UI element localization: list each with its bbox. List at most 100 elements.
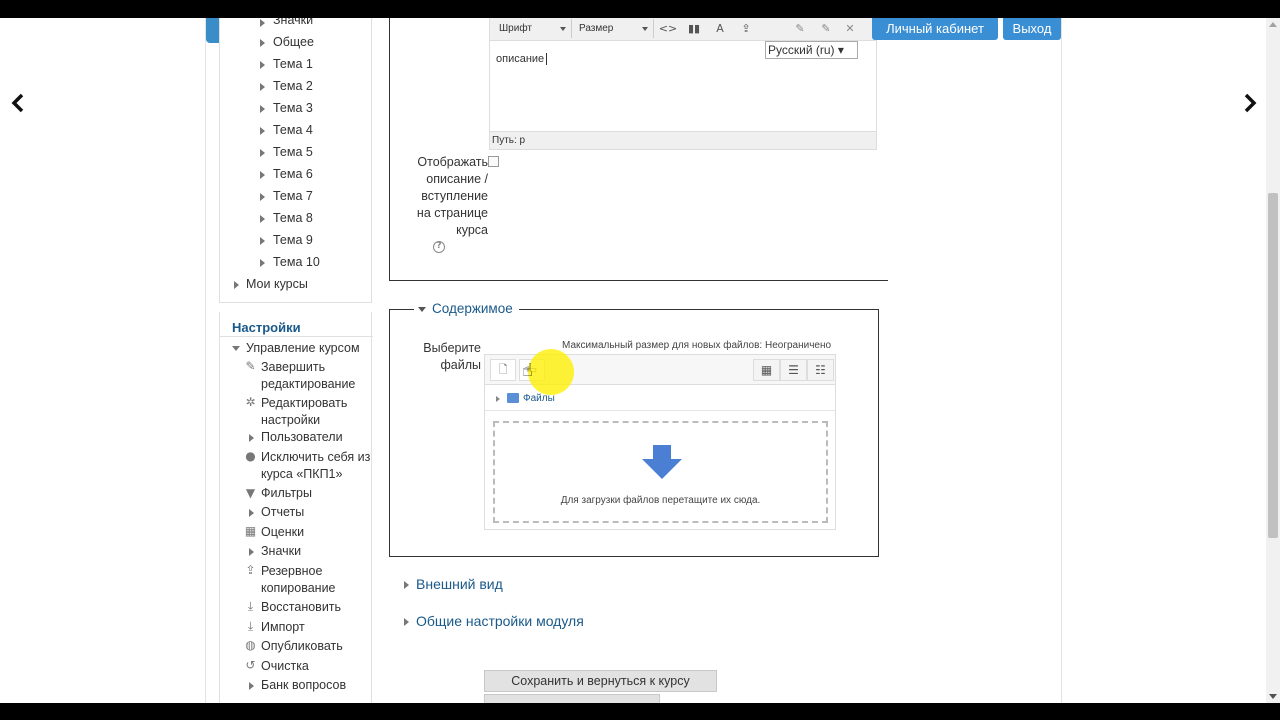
settings-item-backup[interactable]: Резервное копирование [261,563,371,597]
font-select[interactable]: Шрифт [494,19,572,38]
expand-icon[interactable] [260,61,265,69]
expand-icon[interactable] [249,434,254,442]
add-file-button[interactable]: 🗋 [490,359,516,381]
folder-icon [507,393,519,403]
expand-icon[interactable] [260,127,265,135]
language-select[interactable]: Русский (ru) ▾ [765,41,858,59]
code-view-icon[interactable]: <> [658,20,678,38]
expand-icon[interactable] [249,548,254,556]
save-and-return-button[interactable]: Сохранить и вернуться к курсу [484,670,717,692]
nav-item-topic-3[interactable]: Тема 3 [273,101,313,115]
nav-item-topic-7[interactable]: Тема 7 [273,189,313,203]
filter-icon: ▼ [245,486,256,500]
settings-block: Настройки Управление курсом ✎ Завершить … [219,312,373,703]
navigation-block: Значки Общее Тема 1 Тема 2 Тема 3 Тема 4… [219,18,372,303]
settings-item-users[interactable]: Пользователи [261,429,371,446]
drop-hint: Для загрузки файлов перетащите их сюда. [560,495,761,506]
settings-divider [220,336,373,337]
expand-icon[interactable] [234,281,239,289]
restore-icon: ⤓ [247,599,254,613]
scroll-down-icon[interactable] [1269,694,1277,699]
description-editor[interactable]: Шрифт Размер <> ▮▮ A ⇪ ✎ ✎ ✕ описание Пу… [489,18,877,150]
expand-icon[interactable] [260,149,265,157]
nav-item-topic-8[interactable]: Тема 8 [273,211,313,225]
settings-item-grades[interactable]: Оценки [261,524,371,541]
scroll-up-icon[interactable] [1269,22,1277,27]
expand-icon[interactable] [260,105,265,113]
collapse-icon[interactable] [232,346,240,351]
expand-icon[interactable] [260,171,265,179]
nav-item-topic-4[interactable]: Тема 4 [273,123,313,137]
display-description-label: Отображать описание / вступление на стра… [416,155,488,237]
file-manager-path: Файлы [485,389,835,411]
expand-icon[interactable] [249,509,254,517]
expand-icon[interactable] [260,193,265,201]
nav-item-topic-2[interactable]: Тема 2 [273,79,313,93]
cursor-highlight [528,349,574,395]
moodle-page: Значки Общее Тема 1 Тема 2 Тема 3 Тема 4… [205,18,1062,703]
logout-button[interactable]: Выход [1003,18,1061,40]
table-icon: ▦ [244,524,257,538]
scrollbar-thumb[interactable] [1268,193,1278,538]
add-file-icon: 🗋 [498,363,508,376]
module-settings-section[interactable]: Общие настройки модуля [404,613,584,629]
settings-item-reports[interactable]: Отчеты [261,504,371,521]
nav-item-general[interactable]: Общее [273,35,314,49]
nav-item-topic-5[interactable]: Тема 5 [273,145,313,159]
list-view-button[interactable]: ☰ [780,359,807,381]
tree-icon: ☷ [815,363,826,377]
settings-item-reset[interactable]: Очистка [261,658,371,675]
previous-slide-arrow-icon[interactable] [8,92,28,114]
help-icon[interactable]: ? [433,241,445,253]
course-admin-node[interactable]: Управление курсом [246,340,373,357]
expand-icon[interactable] [260,83,265,91]
settings-title: Настройки [232,320,301,335]
nav-item-topic-10[interactable]: Тема 10 [273,255,320,269]
nav-item-topic-6[interactable]: Тема 6 [273,167,313,181]
publish-icon: ◍ [245,638,256,652]
size-select[interactable]: Размер [574,19,654,38]
content-legend[interactable]: Содержимое [414,301,519,316]
settings-item-publish[interactable]: Опубликовать [261,638,371,655]
settings-item-filters[interactable]: Фильтры [261,485,371,502]
expand-icon[interactable] [260,215,265,223]
settings-item-question-bank[interactable]: Банк вопросов [261,677,371,694]
expand-icon[interactable] [496,396,500,402]
upload-icon[interactable]: ⇪ [736,20,756,38]
display-description-checkbox[interactable] [488,156,499,167]
nav-item-topic-9[interactable]: Тема 9 [273,233,313,247]
download-arrow-icon [642,445,682,479]
icon-view-button[interactable]: ▦ [753,359,780,381]
preview-icon[interactable]: ✎ [816,20,836,38]
tree-view-button[interactable]: ☷ [807,359,834,381]
settings-item-badges[interactable]: Значки [261,543,371,560]
video-letterbox-bottom [0,703,1280,720]
file-drop-zone[interactable]: Для загрузки файлов перетащите их сюда. [493,421,828,523]
expand-icon[interactable] [260,39,265,47]
find-icon[interactable]: ▮▮ [684,20,704,38]
expand-icon[interactable] [260,19,265,27]
expand-icon[interactable] [260,259,265,267]
import-icon: ⤓ [247,619,254,633]
editor-content[interactable]: описание [496,53,551,65]
browser-scrollbar[interactable] [1266,18,1280,703]
reset-icon: ↺ [245,658,256,672]
nav-item-my-courses[interactable]: Мои курсы [246,277,308,291]
expand-icon[interactable] [249,682,254,690]
nav-item-badges[interactable]: Значки [273,18,313,27]
spellcheck-icon[interactable]: A [710,20,730,38]
settings-item-restore[interactable]: Восстановить [261,599,371,616]
nav-item-topic-1[interactable]: Тема 1 [273,57,313,71]
appearance-section[interactable]: Внешний вид [404,576,503,592]
next-slide-arrow-icon[interactable] [1240,92,1260,114]
settings-icon[interactable]: ✎ [790,20,810,38]
personal-cabinet-button[interactable]: Личный кабинет [872,18,998,40]
clean-icon[interactable]: ✕ [840,20,860,38]
settings-item-finish-editing[interactable]: Завершить редактирование [261,359,371,393]
editor-path-bar: Путь: p [490,131,876,149]
expand-icon[interactable] [260,237,265,245]
settings-item-edit-settings[interactable]: Редактировать настройки [261,395,371,429]
settings-item-unenrol[interactable]: Исключить себя из курса «ПКП1» [261,449,371,483]
settings-item-import[interactable]: Импорт [261,619,371,636]
save-and-display-button[interactable] [484,694,660,703]
